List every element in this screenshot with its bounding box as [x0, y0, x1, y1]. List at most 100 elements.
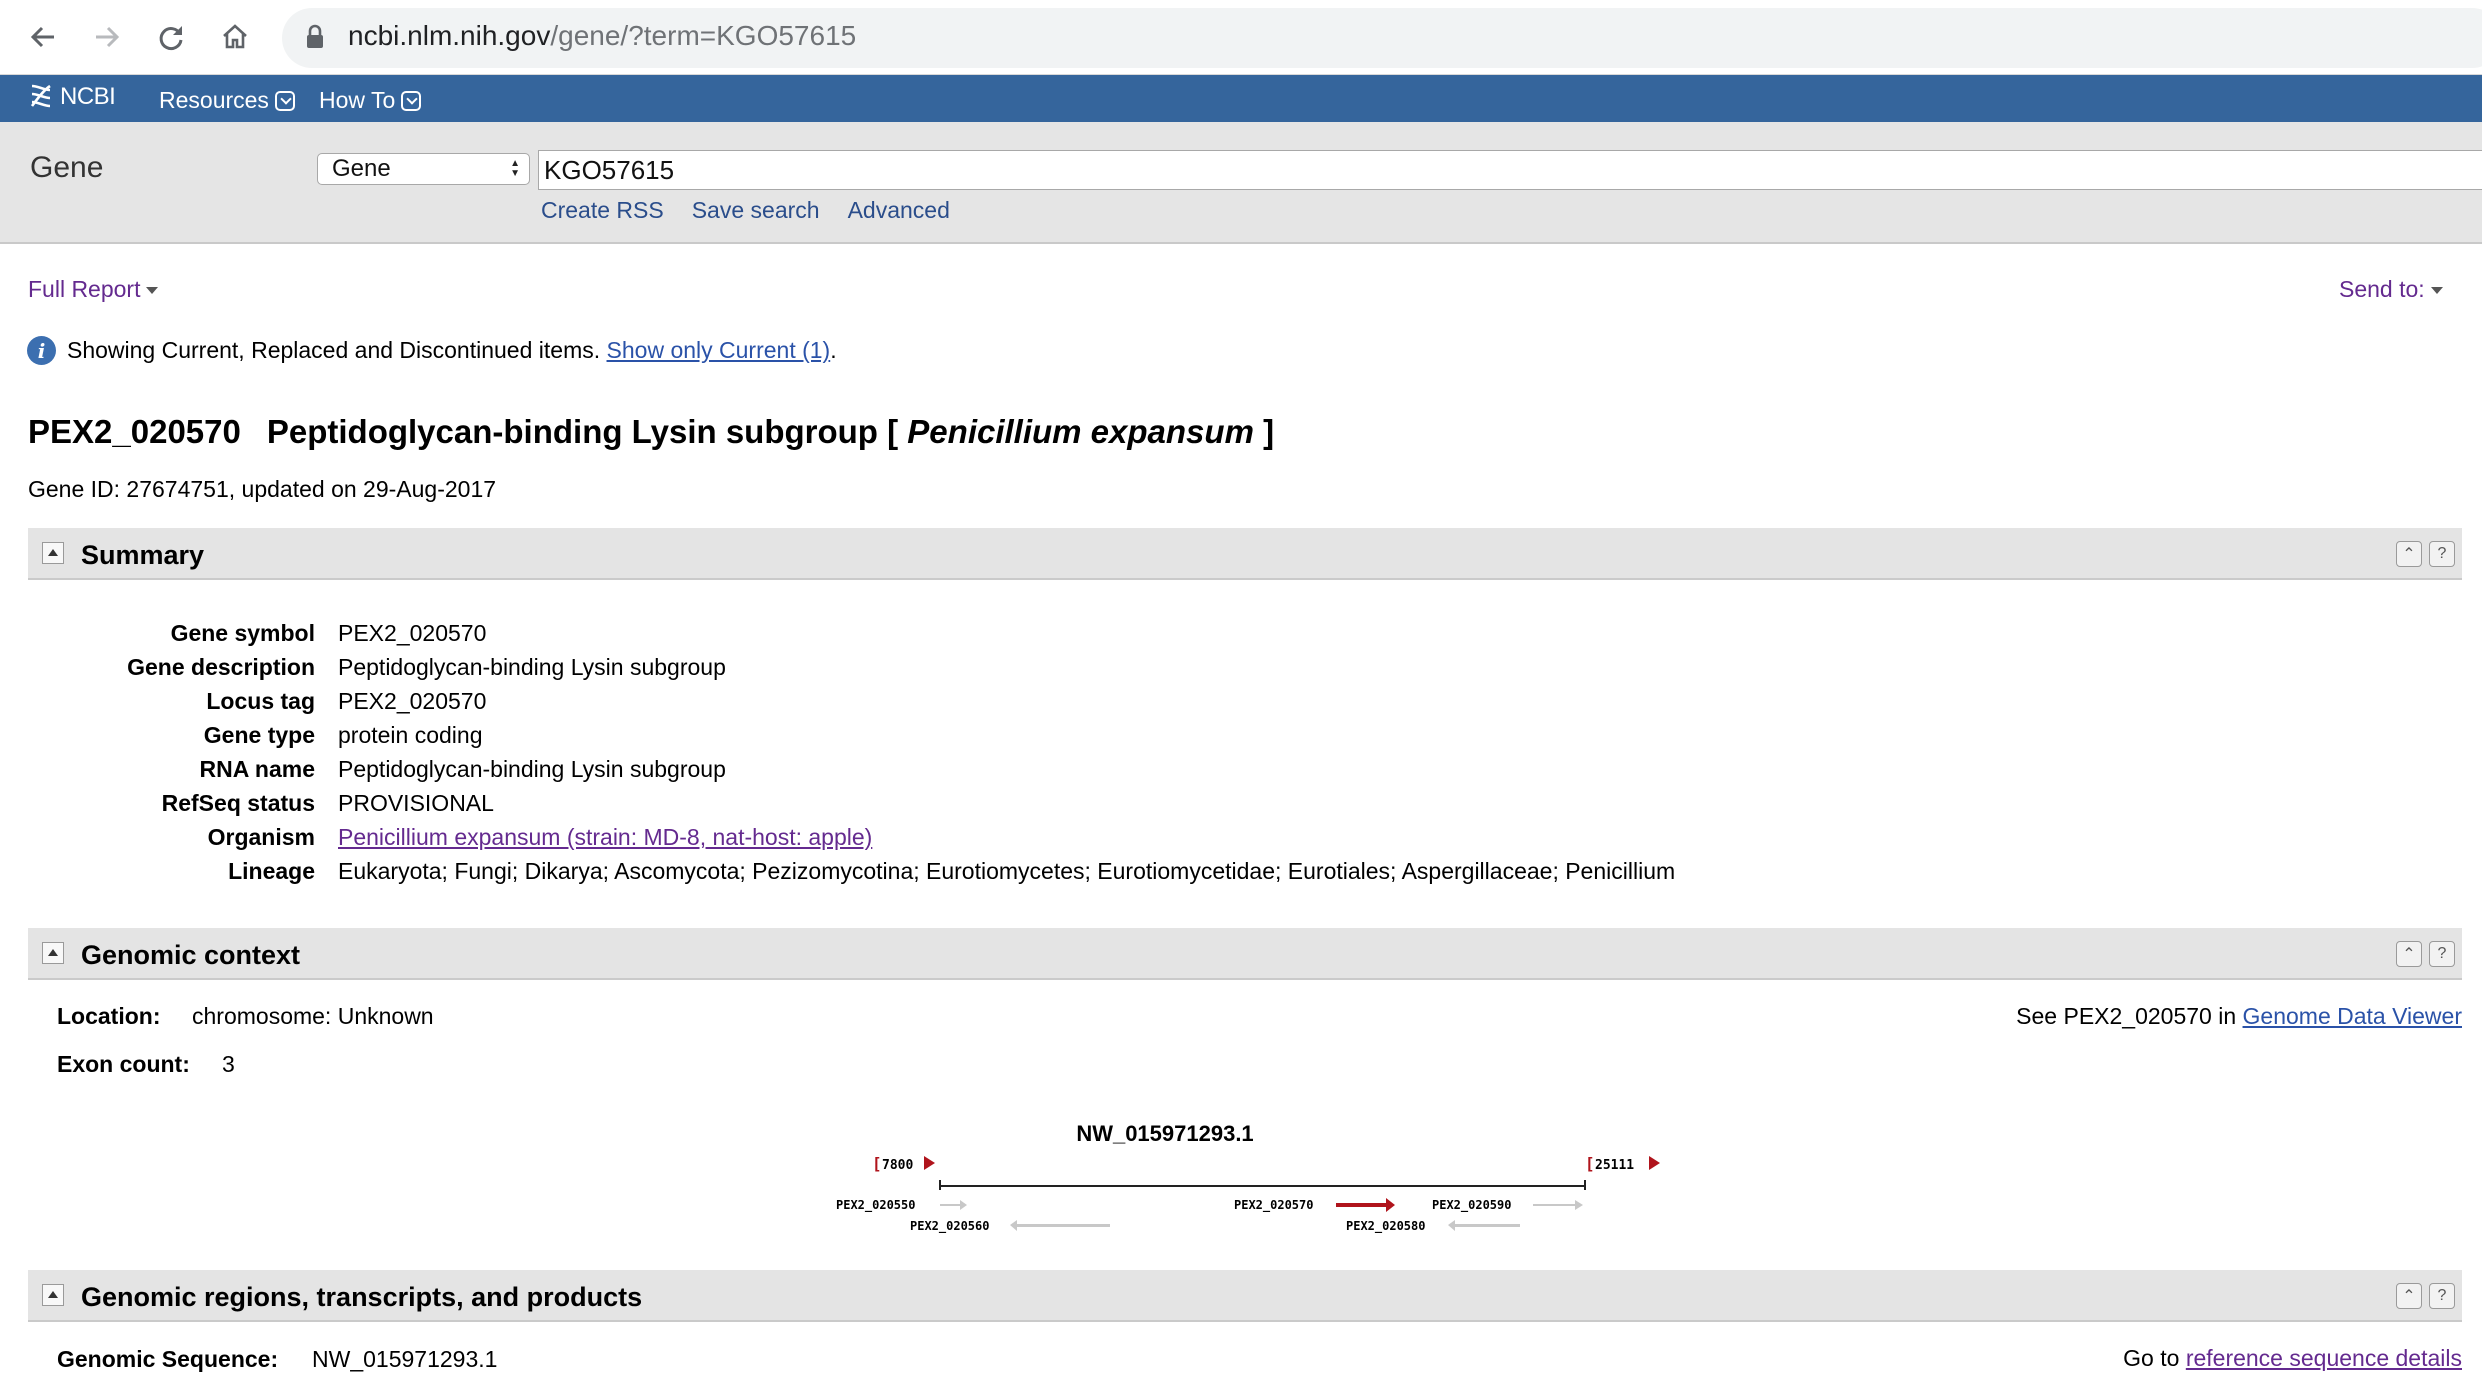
- range-end-bracket: [: [1585, 1154, 1595, 1173]
- back-icon[interactable]: [20, 14, 66, 60]
- ncbi-helix-icon: [30, 84, 51, 108]
- summary-value: PEX2_020570: [338, 620, 487, 646]
- advanced-search-link[interactable]: Advanced: [848, 197, 950, 224]
- chevron-down-icon: [401, 90, 422, 111]
- range-start-arrow: [924, 1156, 935, 1170]
- select-arrows-icon: ▲ ▼: [510, 158, 520, 179]
- summary-label: Lineage: [228, 858, 315, 884]
- dropdown-arrow-icon: [146, 287, 159, 295]
- url-path: /gene/?term=KGO57615: [550, 20, 857, 51]
- exon-count-value: 3: [222, 1051, 235, 1077]
- summary-label: RNA name: [199, 756, 315, 782]
- location-value: chromosome: Unknown: [192, 1003, 434, 1029]
- genomic-context-title: Genomic context: [81, 940, 301, 970]
- search-input[interactable]: KGO57615: [538, 150, 2482, 190]
- gene-id-line: Gene ID: 27674751, updated on 29-Aug-201…: [28, 476, 497, 502]
- collapse-toggle-icon[interactable]: [42, 542, 64, 564]
- gene-arrow-020590: [1533, 1200, 1583, 1210]
- range-start-label: 7800: [882, 1158, 913, 1173]
- full-report-label: Full Report: [28, 276, 141, 302]
- summary-value: Peptidoglycan-binding Lysin subgroup: [338, 654, 726, 680]
- see-prefix: See PEX2_020570 in: [2016, 1003, 2237, 1029]
- collapse-toggle-icon[interactable]: [42, 942, 64, 964]
- gene-arrow-020560: [1010, 1220, 1110, 1231]
- summary-label: Locus tag: [206, 688, 315, 714]
- info-trailing: .: [830, 337, 837, 363]
- gene-symbol-title: PEX2_020570: [28, 413, 241, 450]
- gene-description-title: Peptidoglycan-binding Lysin subgroup [: [266, 413, 899, 450]
- organism-link[interactable]: Penicillium expansum (strain: MD-8, nat-…: [338, 824, 872, 851]
- summary-label: Organism: [207, 824, 315, 850]
- summary-value: Peptidoglycan-binding Lysin subgroup: [338, 756, 726, 782]
- go-top-icon[interactable]: ⌃: [2396, 1283, 2422, 1309]
- genomic-context-svg: NW_015971293.1 [ 7800 [ 25111 PEX2_02055…: [836, 1121, 1660, 1234]
- lock-icon: [305, 24, 325, 56]
- summary-value: PROVISIONAL: [338, 790, 494, 816]
- save-search-link[interactable]: Save search: [692, 197, 820, 224]
- gene-arrow-020570: [1336, 1198, 1395, 1212]
- dropdown-arrow-icon: [2430, 287, 2443, 295]
- forward-icon[interactable]: [84, 14, 130, 60]
- database-select[interactable]: Gene ▲ ▼: [317, 153, 530, 185]
- range-end-arrow: [1649, 1156, 1660, 1170]
- gene-label-020590: PEX2_020590: [1432, 1198, 1511, 1213]
- genome-viewer-line: See PEX2_020570 in Genome Data Viewer: [2016, 1003, 2462, 1030]
- location-label: Location:: [57, 1003, 161, 1029]
- chevron-down-icon: [274, 90, 295, 111]
- info-message: i Showing Current, Replaced and Disconti…: [27, 336, 837, 365]
- summary-label: Gene description: [127, 654, 315, 680]
- search-links: Create RSS Save search Advanced: [541, 197, 950, 224]
- accession-label: NW_015971293.1: [1076, 1121, 1253, 1146]
- howto-label: How To: [319, 87, 396, 113]
- send-to-menu[interactable]: Send to:: [2339, 276, 2443, 303]
- genomic-regions-title: Genomic regions, transcripts, and produc…: [81, 1282, 643, 1312]
- summary-value: PEX2_020570: [338, 688, 487, 714]
- genomic-sequence-value: NW_015971293.1: [312, 1346, 498, 1372]
- go-top-icon[interactable]: ⌃: [2396, 541, 2422, 567]
- database-title: Gene: [30, 151, 104, 184]
- summary-label: Gene type: [203, 722, 315, 748]
- collapse-toggle-icon[interactable]: [42, 1284, 64, 1306]
- page-title: PEX2_020570 Peptidoglycan-binding Lysin s…: [28, 413, 1274, 451]
- gene-label-020560: PEX2_020560: [910, 1219, 989, 1234]
- range-end-label: 25111: [1595, 1158, 1634, 1173]
- gene-arrow-020550: [940, 1200, 967, 1210]
- gene-label-020550: PEX2_020550: [836, 1198, 915, 1213]
- ncbi-header: NCBI Resources How To: [0, 75, 2482, 122]
- info-icon: i: [27, 336, 56, 365]
- full-report-menu[interactable]: Full Report: [28, 276, 159, 303]
- range-start-bracket: [: [872, 1154, 882, 1173]
- create-rss-link[interactable]: Create RSS: [541, 197, 664, 224]
- help-icon[interactable]: ?: [2429, 541, 2455, 567]
- browser-toolbar: ncbi.nlm.nih.gov/gene/?term=KGO57615: [0, 0, 2482, 75]
- ncbi-logo[interactable]: NCBI: [28, 82, 116, 112]
- reload-icon[interactable]: [148, 14, 194, 60]
- genomic-sequence-label: Genomic Sequence:: [57, 1346, 279, 1372]
- summary-label: RefSeq status: [161, 790, 315, 816]
- summary-value: protein coding: [338, 722, 483, 748]
- genomic-context-diagram: NW_015971293.1 [ 7800 [ 25111 PEX2_02055…: [820, 1118, 1670, 1248]
- home-icon[interactable]: [212, 14, 258, 60]
- go-top-icon[interactable]: ⌃: [2396, 941, 2422, 967]
- url-host: ncbi.nlm.nih.gov: [348, 20, 551, 51]
- summary-title: Summary: [81, 540, 205, 570]
- genome-data-viewer-link[interactable]: Genome Data Viewer: [2243, 1003, 2462, 1029]
- url-text[interactable]: ncbi.nlm.nih.gov/gene/?term=KGO57615: [348, 20, 856, 52]
- info-text: Showing Current, Replaced and Discontinu…: [67, 337, 601, 363]
- exon-count-label: Exon count:: [57, 1051, 190, 1077]
- show-current-link[interactable]: Show only Current (1): [607, 337, 831, 363]
- resources-menu[interactable]: Resources: [159, 87, 295, 114]
- reference-sequence-details-link[interactable]: reference sequence details: [2186, 1345, 2462, 1371]
- organism-title: Penicillium expansum: [907, 413, 1254, 450]
- genomic-regions-section-header[interactable]: Genomic regions, transcripts, and produc…: [28, 1270, 2462, 1322]
- summary-section-header[interactable]: Summary ⌃ ?: [28, 528, 2462, 580]
- help-icon[interactable]: ?: [2429, 1283, 2455, 1309]
- genomic-context-section-header[interactable]: Genomic context ⌃ ?: [28, 928, 2462, 980]
- gene-arrow-020580: [1448, 1220, 1520, 1231]
- help-icon[interactable]: ?: [2429, 941, 2455, 967]
- goto-prefix: Go to: [2123, 1345, 2180, 1371]
- title-bracket: ]: [1263, 413, 1275, 450]
- gene-label-020580: PEX2_020580: [1346, 1219, 1425, 1234]
- summary-label: Gene symbol: [170, 620, 315, 646]
- howto-menu[interactable]: How To: [319, 87, 422, 114]
